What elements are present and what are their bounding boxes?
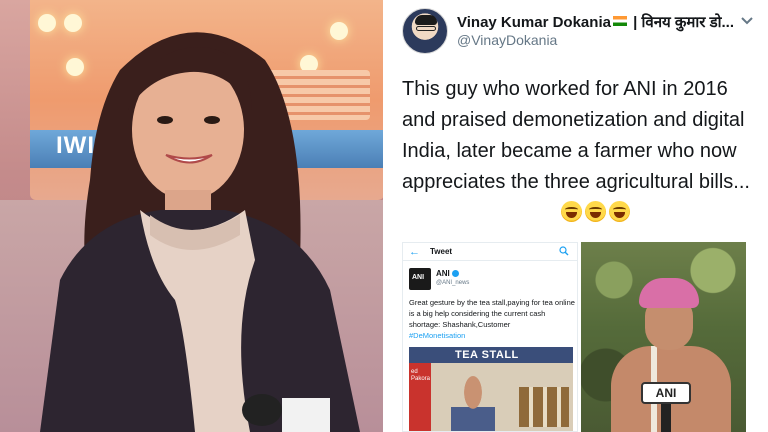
- search-icon: [559, 246, 569, 256]
- embed-tweet-text: Great gesture by the tea stall,paying fo…: [409, 297, 575, 341]
- rolling-on-floor-laughing-icon: [585, 201, 606, 222]
- left-photo: IWI: [0, 0, 384, 432]
- emoji-row: [561, 201, 633, 223]
- display-name-text: Vinay Kumar Dokania: [457, 14, 611, 31]
- ani-avatar-text: ANI: [412, 274, 425, 281]
- tea-stall-photo: TEA STALL ed Pakora: [409, 347, 573, 431]
- india-flag-icon: [611, 14, 629, 31]
- embed-author-name: ANI: [436, 269, 459, 278]
- farmer-photo[interactable]: ANI: [581, 242, 746, 432]
- stall-side-text: ed Pakora: [411, 369, 431, 382]
- ani-avatar: ANI: [409, 268, 431, 290]
- tea-stall-sign: TEA STALL: [455, 349, 519, 361]
- user-handle[interactable]: @VinayDokania: [457, 32, 557, 48]
- embed-author-handle: @ANI_news: [436, 280, 470, 286]
- embed-header-title: Tweet: [430, 247, 453, 256]
- jars: [519, 387, 569, 427]
- embed-text-body: Great gesture by the tea stall,paying fo…: [409, 298, 575, 329]
- tweet-panel: Vinay Kumar Dokania | विनय कुमार डो... @…: [384, 0, 768, 432]
- woman-portrait: [40, 32, 360, 432]
- avatar[interactable]: [402, 8, 448, 54]
- ani-microphone: ANI: [641, 382, 691, 404]
- embed-author-name-text: ANI: [436, 269, 450, 278]
- microphone-handle: [661, 404, 671, 432]
- face-with-tears-of-joy-icon: [561, 201, 582, 222]
- display-name-suffix: | विनय कुमार डो...: [628, 14, 734, 31]
- stall-side-board: ed Pakora: [409, 363, 431, 431]
- customer-figure: [451, 375, 495, 431]
- verified-icon: [451, 270, 459, 277]
- grinning-sweat-icon: [609, 201, 630, 222]
- farmer-turban: [639, 278, 699, 308]
- embed-header: ← Tweet: [403, 243, 577, 261]
- display-name[interactable]: Vinay Kumar Dokania | विनय कुमार डो...: [457, 12, 742, 32]
- mic-label: ANI: [655, 386, 677, 400]
- tweet-text: This guy who worked for ANI in 2016 and …: [402, 78, 751, 193]
- embed-hashtag: #DeMonetisation: [409, 331, 466, 340]
- back-arrow-icon: ←: [409, 245, 420, 258]
- embedded-tweet-image[interactable]: ← Tweet ANI ANI @ANI_news Great gesture …: [402, 242, 578, 432]
- chevron-down-icon[interactable]: [740, 14, 754, 28]
